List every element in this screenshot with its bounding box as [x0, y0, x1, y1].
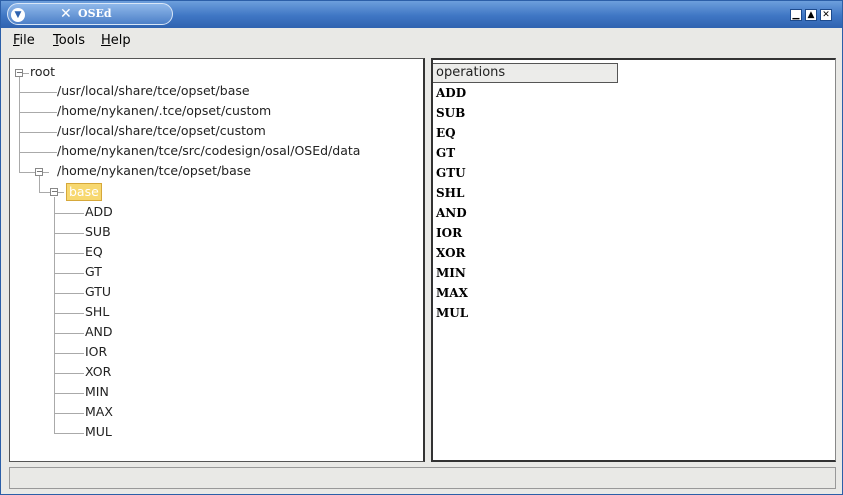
tree-path-item[interactable]: /usr/local/share/tce/opset/base [57, 83, 250, 99]
title-pill: ▼ ✕ OSEd [7, 3, 173, 25]
tree-operation-item[interactable]: MUL [85, 424, 112, 440]
list-row[interactable]: SHL [436, 184, 464, 202]
tree-path-item[interactable]: /home/nykanen/.tce/opset/custom [57, 103, 271, 119]
tree-path-item[interactable]: /home/nykanen/tce/opset/base [57, 163, 251, 179]
minus-icon[interactable]: − [35, 168, 43, 176]
minus-icon[interactable]: − [15, 69, 23, 77]
close-button[interactable]: ✕ [820, 9, 832, 21]
list-row[interactable]: MIN [436, 264, 466, 282]
module-tree[interactable]: − root /usr/local/share/tce/opset/base /… [9, 58, 425, 462]
tree-operation-item[interactable]: SHL [85, 304, 109, 320]
list-row[interactable]: XOR [436, 244, 466, 262]
maximize-button[interactable]: ▲ [805, 9, 817, 21]
column-header-operations[interactable]: operations [433, 63, 618, 83]
tree-path-item[interactable]: /usr/local/share/tce/opset/custom [57, 123, 266, 139]
window-title: OSEd [78, 7, 112, 20]
tree-operation-item[interactable]: AND [85, 324, 113, 340]
chevron-down-icon[interactable]: ▼ [11, 8, 25, 22]
tree-operation-item[interactable]: IOR [85, 344, 107, 360]
minimize-button[interactable]: ▁ [790, 9, 802, 21]
list-row[interactable]: GTU [436, 164, 466, 182]
title-bar[interactable]: ▼ ✕ OSEd ▁ ▲ ✕ [1, 1, 842, 28]
list-row[interactable]: IOR [436, 224, 462, 242]
tree-operation-item[interactable]: GT [85, 264, 102, 280]
tree-path-item[interactable]: /home/nykanen/tce/src/codesign/osal/OSEd… [57, 143, 360, 159]
x-icon: ✕ [60, 6, 72, 22]
tree-operation-item[interactable]: GTU [85, 284, 111, 300]
menu-help[interactable]: Help [101, 33, 131, 48]
minus-icon[interactable]: − [50, 188, 58, 196]
list-row[interactable]: AND [436, 204, 467, 222]
tree-operation-item[interactable]: MAX [85, 404, 113, 420]
list-row[interactable]: ADD [436, 84, 466, 102]
tree-operation-item[interactable]: MIN [85, 384, 109, 400]
tree-operation-item[interactable]: EQ [85, 244, 103, 260]
operations-list[interactable]: operations ADD SUB EQ GT GTU SHL AND IOR… [431, 58, 836, 462]
app-window: ▼ ✕ OSEd ▁ ▲ ✕ File Tools Help − root /u… [0, 0, 843, 495]
menu-bar: File Tools Help [5, 29, 837, 53]
tree-operation-item[interactable]: ADD [85, 204, 113, 220]
list-row[interactable]: EQ [436, 124, 456, 142]
tree-module-selected[interactable]: base [66, 183, 102, 201]
status-bar [9, 467, 836, 489]
menu-file[interactable]: File [13, 33, 35, 48]
tree-root[interactable]: root [30, 64, 55, 80]
list-row[interactable]: GT [436, 144, 455, 162]
list-row[interactable]: MAX [436, 284, 468, 302]
tree-operation-item[interactable]: SUB [85, 224, 111, 240]
tree-operation-item[interactable]: XOR [85, 364, 111, 380]
list-row[interactable]: MUL [436, 304, 468, 322]
list-row[interactable]: SUB [436, 104, 465, 122]
menu-tools[interactable]: Tools [53, 33, 85, 48]
